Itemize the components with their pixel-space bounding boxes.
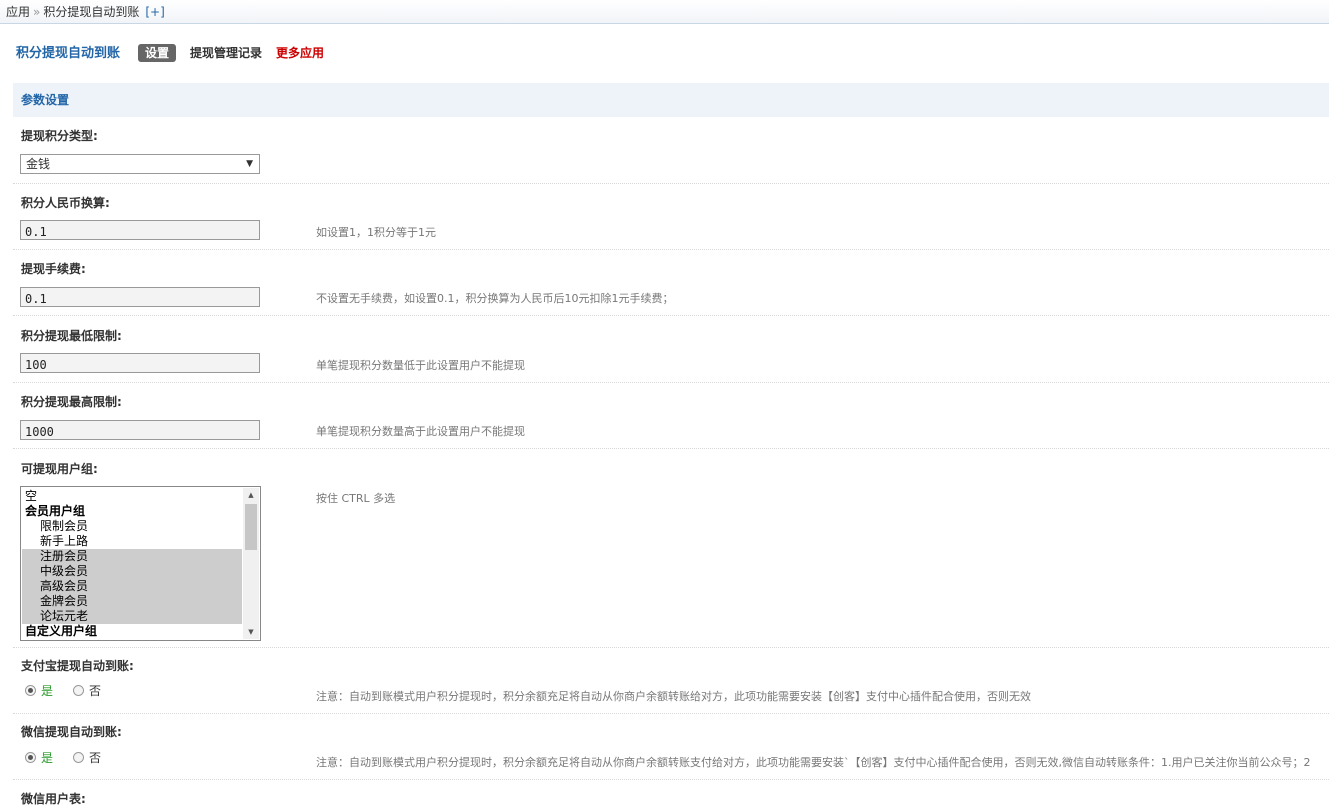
app-header: 积分提现自动到账 设置 提现管理记录 更多应用 <box>16 44 338 62</box>
breadcrumb-separator: » <box>33 5 41 19</box>
group-option[interactable]: 中级会员 <box>22 564 242 579</box>
fee-label: 提现手续费: <box>21 262 86 276</box>
alipay-auto-radio-group: 是否 <box>25 683 101 699</box>
rate-tip: 如设置1，1积分等于1元 <box>316 226 436 239</box>
tab-more-apps[interactable]: 更多应用 <box>276 44 324 62</box>
alipay-yes-radio[interactable] <box>25 685 36 696</box>
divider <box>13 779 1329 780</box>
wechat-user-table-label: 微信用户表: <box>21 792 86 806</box>
alipay-no-label[interactable]: 否 <box>89 684 101 698</box>
group-option[interactable]: 论坛元老 <box>22 609 242 624</box>
tab-withdraw-records[interactable]: 提现管理记录 <box>190 44 262 62</box>
user-groups-label: 可提现用户组: <box>21 462 98 476</box>
rate-label: 积分人民币换算: <box>21 196 110 210</box>
rate-input[interactable] <box>20 220 260 240</box>
max-limit-input[interactable] <box>20 420 260 440</box>
user-groups-multiselect[interactable]: 空会员用户组 限制会员 新手上路 注册会员 中级会员 高级会员 金牌会员 论坛元老 自定义用户组… <box>20 486 261 641</box>
breadcrumb: 应用» 积分提现自动到账 [+] <box>0 0 1329 24</box>
group-optgroup[interactable]: 自定义用户组 <box>22 624 242 639</box>
user-groups-options: 空会员用户组 限制会员 新手上路 注册会员 中级会员 高级会员 金牌会员 论坛元老 自定义用户组 <box>22 489 242 639</box>
breadcrumb-current[interactable]: 积分提现自动到账 <box>43 5 139 19</box>
scroll-down-icon[interactable]: ▼ <box>243 625 259 639</box>
tab-settings[interactable]: 设置 <box>138 44 177 62</box>
alipay-auto-label: 支付宝提现自动到账: <box>21 659 134 673</box>
divider <box>13 315 1329 316</box>
alipay-no-radio[interactable] <box>73 685 85 696</box>
wechat-auto-radio-group: 是否 <box>25 750 101 766</box>
user-groups-tip: 按住 CTRL 多选 <box>316 492 396 505</box>
fee-input[interactable] <box>20 287 260 307</box>
withdraw-type-select[interactable]: 金钱 ▼ <box>20 154 260 174</box>
add-shortcut-button[interactable]: [+] <box>145 5 164 19</box>
scroll-up-icon[interactable]: ▲ <box>243 488 259 502</box>
wechat-auto-label: 微信提现自动到账: <box>21 725 122 739</box>
divider <box>13 448 1329 449</box>
breadcrumb-root-link[interactable]: 应用 <box>6 5 30 19</box>
min-limit-input[interactable] <box>20 353 260 373</box>
divider <box>13 183 1329 184</box>
wechat-yes-label[interactable]: 是 <box>41 751 53 765</box>
group-optgroup[interactable]: 会员用户组 <box>22 504 242 519</box>
page-title: 积分提现自动到账 <box>16 46 121 61</box>
group-option[interactable]: 限制会员 <box>22 519 242 534</box>
min-limit-label: 积分提现最低限制: <box>21 329 122 343</box>
fee-tip: 不设置无手续费，如设置0.1，积分换算为人民币后10元扣除1元手续费； <box>316 292 674 305</box>
group-option[interactable]: 注册会员 <box>22 549 242 564</box>
max-limit-label: 积分提现最高限制: <box>21 395 122 409</box>
alipay-auto-tip: 注意：自动到账模式用户积分提现时，积分余额充足将自动从你商户余额转账给对方，此项… <box>316 690 1031 703</box>
group-option[interactable]: 新手上路 <box>22 534 242 549</box>
listbox-scrollbar[interactable]: ▲ ▼ <box>243 488 259 639</box>
wechat-auto-tip: 注意：自动到账模式用户积分提现时，积分余额充足将自动从你商户余额转账支付给对方，… <box>316 756 1311 769</box>
withdraw-type-label: 提现积分类型: <box>21 129 98 143</box>
wechat-no-radio[interactable] <box>73 752 85 763</box>
withdraw-type-value: 金钱 <box>26 157 51 171</box>
wechat-no-label[interactable]: 否 <box>89 751 101 765</box>
max-limit-tip: 单笔提现积分数量高于此设置用户不能提现 <box>316 425 525 438</box>
alipay-yes-label[interactable]: 是 <box>41 684 53 698</box>
divider <box>13 249 1329 250</box>
group-option[interactable]: 空 <box>22 489 242 504</box>
divider <box>13 713 1329 714</box>
divider <box>13 382 1329 383</box>
dropdown-arrow-icon: ▼ <box>246 159 253 169</box>
min-limit-tip: 单笔提现积分数量低于此设置用户不能提现 <box>316 359 525 372</box>
group-option[interactable]: 高级会员 <box>22 579 242 594</box>
group-option[interactable]: 金牌会员 <box>22 594 242 609</box>
section-header: 参数设置 <box>13 83 1329 117</box>
scroll-thumb[interactable] <box>245 504 257 550</box>
wechat-yes-radio[interactable] <box>25 752 36 763</box>
divider <box>13 647 1329 648</box>
